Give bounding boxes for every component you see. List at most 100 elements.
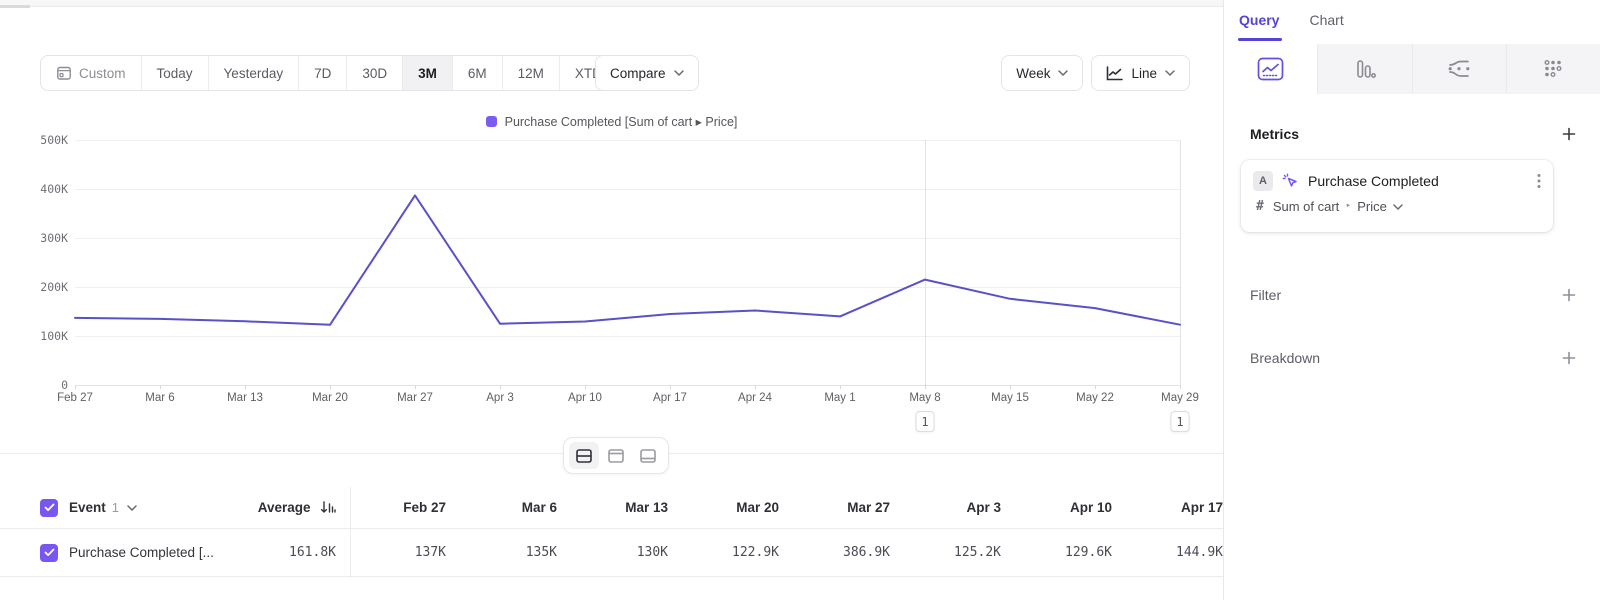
- date-column-value: 135K: [446, 545, 557, 560]
- x-axis-tick-label: Mar 20: [312, 392, 348, 404]
- average-value-cell: 161.8K: [241, 545, 336, 560]
- date-column-value: 125.2K: [890, 545, 1001, 560]
- metric-letter-badge: A: [1253, 171, 1273, 191]
- x-axis-tick: [1010, 385, 1011, 389]
- date-column-header[interactable]: Apr 3: [890, 500, 1001, 515]
- y-gridline: [75, 385, 1180, 386]
- row-checkbox[interactable]: [40, 544, 58, 562]
- chart-type-line[interactable]: [1224, 44, 1317, 94]
- plus-icon: [1562, 351, 1576, 365]
- insights-report-panel: CustomTodayYesterday7D30D3M6M12MXTD Comp…: [0, 0, 1223, 600]
- chart-type-more[interactable]: [1506, 44, 1600, 94]
- line-series[interactable]: [75, 140, 1180, 385]
- y-axis-tick-label: 400K: [0, 182, 68, 196]
- metric-event-name: Purchase Completed: [1308, 173, 1528, 189]
- x-axis-tick-label: May 8: [909, 392, 940, 404]
- event-name-cell[interactable]: Purchase Completed [...: [0, 544, 241, 562]
- y-axis-tick-label: 100K: [0, 329, 68, 343]
- x-axis-tick: [840, 385, 841, 389]
- property-separator: ‣: [1345, 201, 1351, 212]
- annotation-badge[interactable]: 1: [1171, 411, 1190, 432]
- flows-chart-icon: [1447, 59, 1471, 79]
- x-axis-tick: [670, 385, 671, 389]
- chart-only-view-button[interactable]: [601, 442, 631, 469]
- sort-descending-icon[interactable]: [320, 501, 336, 514]
- split-view-icon: [575, 448, 593, 464]
- x-axis-tick: [755, 385, 756, 389]
- active-tab-underline: [1238, 38, 1282, 41]
- x-axis-tick: [585, 385, 586, 389]
- date-column-header[interactable]: Mar 13: [557, 500, 668, 515]
- x-axis-tick-label: Apr 10: [568, 392, 602, 404]
- table-column-divider: [350, 487, 351, 578]
- event-header-label: Event: [69, 500, 106, 515]
- date-column-header[interactable]: Mar 20: [668, 500, 779, 515]
- chart-type-flows[interactable]: [1412, 44, 1506, 94]
- plus-icon: [1562, 288, 1576, 302]
- event-cursor-icon: [1282, 173, 1299, 190]
- more-charts-icon: [1542, 58, 1564, 80]
- metric-aggregation-row[interactable]: # Sum of cart ‣ Price: [1256, 199, 1541, 214]
- x-axis-tick-label: May 15: [991, 392, 1029, 404]
- tab-chart[interactable]: Chart: [1309, 12, 1343, 44]
- x-axis-tick: [75, 385, 76, 389]
- date-column-value: 144.9K: [1112, 545, 1223, 560]
- event-header-cell[interactable]: Event 1: [0, 499, 241, 517]
- x-axis-tick: [160, 385, 161, 389]
- breakdown-section-header: Breakdown: [1224, 350, 1600, 366]
- x-axis-tick: [245, 385, 246, 389]
- query-builder-sidebar: Query Chart: [1223, 0, 1600, 600]
- date-column-header[interactable]: Mar 6: [446, 500, 557, 515]
- x-axis-tick-label: Apr 3: [486, 392, 514, 404]
- average-header-cell[interactable]: Average: [241, 499, 336, 517]
- x-axis-tick: [415, 385, 416, 389]
- breakdown-heading: Breakdown: [1250, 350, 1320, 366]
- date-column-value: 122.9K: [668, 545, 779, 560]
- table-only-view-button[interactable]: [633, 442, 663, 469]
- metric-card[interactable]: A Purchase Completed # Sum of cart ‣ Pri…: [1241, 160, 1553, 232]
- metric-options-button[interactable]: [1537, 173, 1541, 189]
- x-axis-tick-label: May 22: [1076, 392, 1114, 404]
- line-chart-icon: [1257, 57, 1284, 81]
- x-axis-tick-label: Feb 27: [57, 392, 93, 404]
- add-filter-button[interactable]: [1562, 288, 1576, 302]
- table-only-view-icon: [639, 448, 657, 464]
- x-axis-tick-label: Apr 24: [738, 392, 772, 404]
- add-breakdown-button[interactable]: [1562, 351, 1576, 365]
- property-label: Price: [1357, 199, 1387, 214]
- date-column-value: 137K: [336, 545, 446, 560]
- annotation-badge[interactable]: 1: [916, 411, 935, 432]
- add-metric-button[interactable]: [1562, 127, 1576, 141]
- chart-type-bar[interactable]: [1317, 44, 1411, 94]
- event-count: 1: [112, 500, 119, 515]
- x-axis-tick: [330, 385, 331, 389]
- y-axis-tick-label: 0: [0, 378, 68, 392]
- filter-heading: Filter: [1250, 287, 1281, 303]
- x-axis-tick: [925, 385, 926, 389]
- date-column-value: 386.9K: [779, 545, 890, 560]
- filter-section-header: Filter: [1224, 287, 1600, 303]
- layout-view-toggle: [563, 437, 669, 474]
- y-axis-tick-label: 500K: [0, 133, 68, 147]
- table-row[interactable]: Purchase Completed [... 161.8K 137K135K1…: [0, 529, 1223, 577]
- x-axis-tick: [500, 385, 501, 389]
- sidebar-tabs: Query Chart: [1224, 0, 1600, 44]
- date-column-header[interactable]: Apr 17: [1112, 500, 1223, 515]
- split-view-button[interactable]: [569, 442, 599, 469]
- event-name: Purchase Completed [...: [69, 545, 214, 560]
- date-column-header[interactable]: Feb 27: [336, 500, 446, 515]
- chart-only-view-icon: [607, 448, 625, 464]
- x-axis-tick-label: May 1: [824, 392, 855, 404]
- table-header-row: Event 1 Average Feb 27Mar 6Mar 13Mar 20M…: [0, 487, 1223, 529]
- date-column-header[interactable]: Apr 10: [1001, 500, 1112, 515]
- metrics-section-header: Metrics: [1224, 126, 1600, 142]
- date-column-value: 130K: [557, 545, 668, 560]
- x-axis-tick-label: Apr 17: [653, 392, 687, 404]
- select-all-checkbox[interactable]: [40, 499, 58, 517]
- aggregation-label: Sum of cart: [1273, 199, 1339, 214]
- date-column-header[interactable]: Mar 27: [779, 500, 890, 515]
- metrics-heading: Metrics: [1250, 126, 1299, 142]
- line-chart[interactable]: 0100K200K300K400K500K11Feb 27Mar 6Mar 13…: [0, 0, 1223, 460]
- x-axis-tick-label: Mar 13: [227, 392, 263, 404]
- check-icon: [44, 548, 55, 557]
